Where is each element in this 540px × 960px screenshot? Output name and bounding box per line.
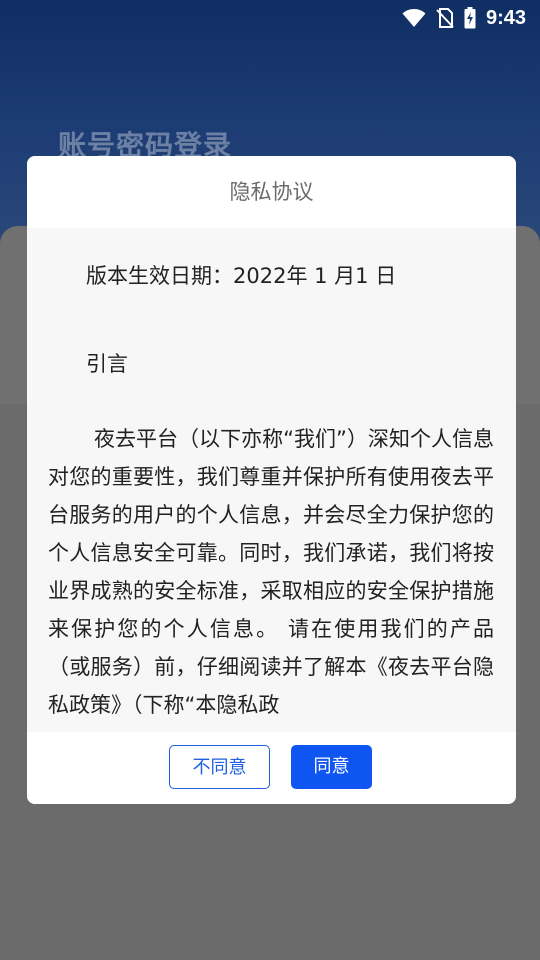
dialog-footer: 不同意 同意 bbox=[27, 732, 516, 804]
dialog-scroll-content[interactable]: 版本生效日期：2022年 1 月1 日 引言 夜去平台（以下亦称“我们”）深知个… bbox=[27, 228, 516, 732]
wifi-icon bbox=[402, 8, 426, 28]
battery-charging-icon bbox=[464, 7, 476, 29]
status-bar: 9:43 bbox=[0, 0, 540, 36]
disagree-button[interactable]: 不同意 bbox=[169, 745, 270, 789]
privacy-dialog: 隐私协议 版本生效日期：2022年 1 月1 日 引言 夜去平台（以下亦称“我们… bbox=[27, 156, 516, 804]
status-time: 9:43 bbox=[485, 6, 526, 29]
effective-date-text: 版本生效日期：2022年 1 月1 日 bbox=[86, 264, 397, 288]
agree-button[interactable]: 同意 bbox=[291, 745, 372, 789]
dialog-text-container: 版本生效日期：2022年 1 月1 日 引言 夜去平台（以下亦称“我们”）深知个… bbox=[27, 260, 516, 724]
no-sim-icon bbox=[436, 8, 454, 28]
dialog-title: 隐私协议 bbox=[27, 156, 516, 228]
status-icons: 9:43 bbox=[402, 6, 526, 30]
intro-heading: 引言 bbox=[86, 352, 128, 376]
privacy-paragraph: 夜去平台（以下亦称“我们”）深知个人信息对您的重要性，我们尊重并保护所有使用夜去… bbox=[48, 427, 494, 717]
